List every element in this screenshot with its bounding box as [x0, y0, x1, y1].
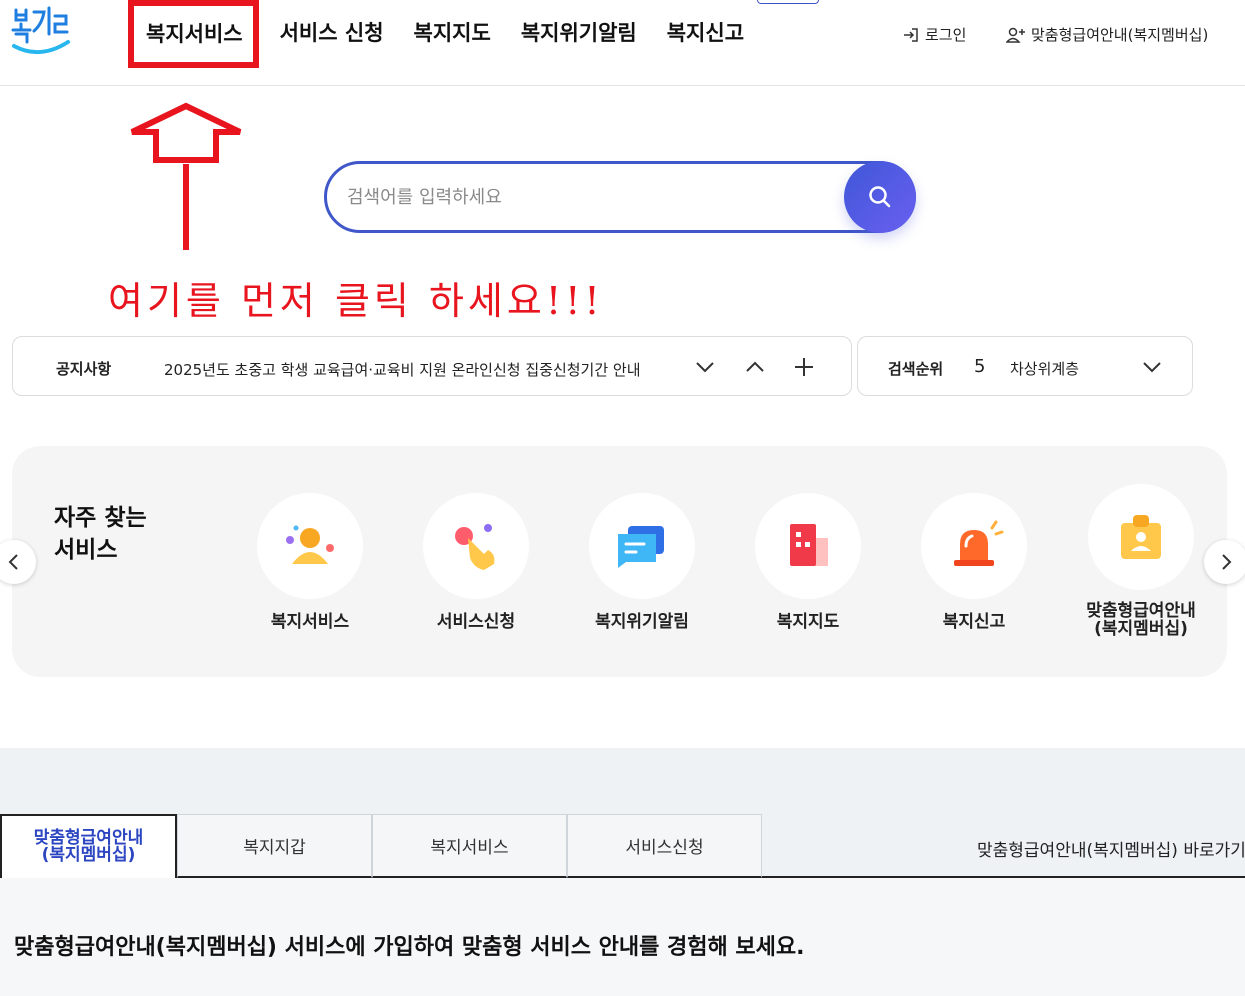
ranking-term[interactable]: 차상위계층 — [1010, 358, 1079, 379]
plus-icon[interactable] — [792, 355, 816, 379]
chevron-down-icon[interactable] — [693, 355, 717, 379]
user-add-icon — [1006, 27, 1025, 43]
notice-text[interactable]: 2025년도 초중고 학생 교육급여·교육비 지원 온라인신청 집중신청기간 안… — [164, 359, 641, 380]
quick-title-line1: 자주 찾는 — [54, 505, 147, 531]
ranking-label: 검색순위 — [888, 360, 944, 378]
chevron-down-icon[interactable] — [1140, 355, 1164, 379]
nav-service-apply[interactable]: 서비스 신청 — [265, 0, 399, 68]
quick-item-label: 서비스신청 — [436, 612, 516, 632]
tab-membership[interactable]: 맞춤형급여안내 (복지멤버십) — [0, 814, 177, 878]
login-icon — [904, 27, 918, 42]
quick-item-crisis-alert[interactable]: 복지위기알림 — [567, 493, 717, 631]
quick-title-line2: 서비스 — [54, 537, 118, 563]
nav-indicator — [757, 0, 819, 4]
logo[interactable] — [10, 4, 74, 58]
quick-item-circle — [589, 493, 695, 599]
quick-item-circle — [921, 493, 1027, 599]
annotation-text: 여기를 먼저 클릭 하세요!!! — [108, 279, 604, 323]
notice-label: 공지사항 — [56, 360, 112, 378]
search-input[interactable] — [347, 172, 827, 222]
quick-item-circle — [423, 493, 529, 599]
tab-bar: 맞춤형급여안내 (복지멤버십) 복지지갑 복지서비스 서비스신청 — [0, 814, 762, 878]
quick-item-label-line2: (복지멤버십) — [1094, 619, 1188, 639]
quick-item-label: 복지서비스 — [270, 612, 350, 632]
ranking-number: 5 — [974, 356, 986, 377]
siren-icon — [954, 520, 1004, 566]
notice-bar: 공지사항 2025년도 초중고 학생 교육급여·교육비 지원 온라인신청 집중신… — [12, 336, 852, 396]
tab-service-apply[interactable]: 서비스신청 — [567, 814, 762, 878]
membership-shortcut-link[interactable]: 맞춤형급여안내(복지멤버십) 바로가기 — [977, 836, 1245, 861]
person-icon — [286, 525, 334, 564]
chevron-right-icon — [1222, 554, 1232, 570]
quick-item-welfare-report[interactable]: 복지신고 — [899, 493, 1049, 631]
nav-welfare-map[interactable]: 복지지도 — [399, 0, 506, 68]
nav-welfare-service[interactable]: 복지서비스 — [128, 0, 259, 68]
quick-item-circle — [257, 493, 363, 599]
tab-welfare-service[interactable]: 복지서비스 — [372, 814, 567, 878]
up-arrow-annotation-icon — [130, 102, 242, 250]
login-label: 로그인 — [925, 26, 967, 44]
nav-crisis-alert[interactable]: 복지위기알림 — [506, 0, 652, 68]
search-icon — [869, 186, 891, 208]
search-box — [324, 161, 916, 233]
quick-item-welfare-map[interactable]: 복지지도 — [733, 493, 883, 631]
quick-item-label: 복지위기알림 — [595, 612, 689, 632]
quick-item-label: 복지신고 — [942, 612, 1006, 632]
tab-welfare-wallet[interactable]: 복지지갑 — [177, 814, 372, 878]
building-icon — [790, 524, 828, 566]
quick-services-title: 자주 찾는 서비스 — [54, 502, 147, 566]
quick-item-membership[interactable]: 맞춤형급여안내 (복지멤버십) — [1066, 484, 1216, 638]
search-ranking: 검색순위 5 차상위계층 — [857, 336, 1193, 396]
quick-item-welfare-service[interactable]: 복지서비스 — [235, 493, 385, 631]
message-icon — [618, 526, 664, 568]
chevron-left-icon — [8, 554, 18, 570]
quick-item-circle — [1088, 484, 1194, 590]
quick-item-label-line1: 맞춤형급여안내 — [1086, 601, 1196, 621]
page: 복지서비스 서비스 신청 복지지도 복지위기알림 복지신고 로그인 맞춤형급여안… — [0, 0, 1245, 996]
quick-item-service-apply[interactable]: 서비스신청 — [401, 493, 551, 631]
quick-item-circle — [755, 493, 861, 599]
hand-pointer-icon — [455, 524, 495, 570]
logo-icon — [11, 6, 70, 54]
search-button[interactable] — [844, 161, 916, 233]
quick-item-label: 복지지도 — [776, 612, 840, 632]
membership-link[interactable]: 맞춤형급여안내(복지멤버십) — [1006, 24, 1208, 45]
chevron-up-icon[interactable] — [743, 355, 767, 379]
membership-card-icon — [1121, 515, 1161, 559]
panel-description: 맞춤형급여안내(복지멤버십) 서비스에 가입하여 맞춤형 서비스 안내를 경험해… — [14, 935, 805, 960]
nav-welfare-report[interactable]: 복지신고 — [652, 0, 759, 68]
login-link[interactable]: 로그인 — [902, 24, 966, 45]
main-nav: 복지서비스 서비스 신청 복지지도 복지위기알림 복지신고 — [128, 0, 759, 70]
tab-bar-line — [762, 876, 1245, 878]
quick-item-label: 맞춤형급여안내 (복지멤버십) — [1066, 602, 1216, 638]
tab-label-line2: (복지멤버십) — [41, 845, 136, 865]
site-header: 복지서비스 서비스 신청 복지지도 복지위기알림 복지신고 로그인 맞춤형급여안… — [0, 0, 1245, 86]
membership-label: 맞춤형급여안내(복지멤버십) — [1031, 26, 1209, 44]
